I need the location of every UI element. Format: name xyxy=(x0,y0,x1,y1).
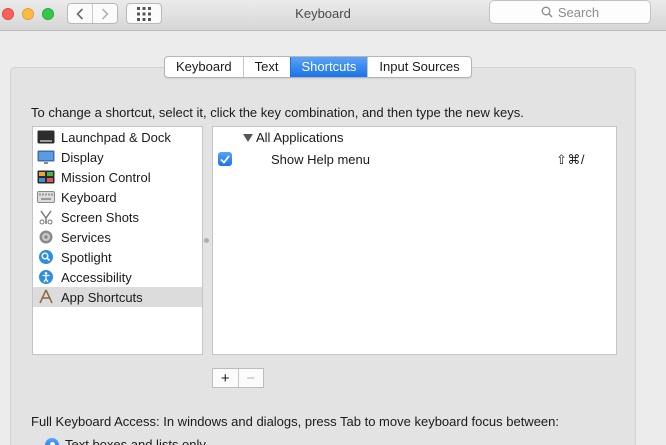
radio-label: Text boxes and lists only xyxy=(65,437,206,445)
display-icon xyxy=(37,149,55,165)
category-app-shortcuts[interactable]: App Shortcuts xyxy=(33,287,202,307)
category-mission-control[interactable]: Mission Control xyxy=(33,167,202,187)
grid-icon xyxy=(137,6,151,21)
category-screen-shots[interactable]: Screen Shots xyxy=(33,207,202,227)
back-forward-group xyxy=(67,3,118,24)
tab-bar: Keyboard Text Shortcuts Input Sources xyxy=(164,56,472,78)
shortcut-list: All Applications Show Help menu ⇧⌘/ xyxy=(212,126,617,355)
tab-keyboard[interactable]: Keyboard xyxy=(165,57,243,77)
splitter-handle[interactable] xyxy=(204,238,209,243)
category-label: Accessibility xyxy=(61,269,132,285)
category-label: Display xyxy=(61,149,104,165)
category-label: App Shortcuts xyxy=(61,289,143,305)
launchpad-dock-icon xyxy=(37,129,55,145)
forward-button[interactable] xyxy=(92,4,117,23)
category-label: Launchpad & Dock xyxy=(61,129,171,145)
remove-shortcut-button[interactable]: − xyxy=(237,369,264,387)
tab-input-sources[interactable]: Input Sources xyxy=(367,57,470,77)
zoom-window-button[interactable] xyxy=(42,8,54,20)
group-label: All Applications xyxy=(256,130,344,145)
app-shortcuts-icon xyxy=(37,289,55,305)
category-label: Keyboard xyxy=(61,189,117,205)
add-shortcut-button[interactable]: + xyxy=(213,369,238,387)
shortcut-keys[interactable]: ⇧⌘/ xyxy=(556,152,585,168)
screenshot-icon xyxy=(37,209,55,225)
category-list: Launchpad & Dock Display Mission Control… xyxy=(32,126,203,355)
chevron-right-icon xyxy=(101,7,109,20)
radio-selected[interactable] xyxy=(45,437,59,445)
keyboard-access-option[interactable]: Text boxes and lists only xyxy=(45,437,206,445)
back-button[interactable] xyxy=(68,4,92,23)
tab-text[interactable]: Text xyxy=(242,57,290,77)
category-accessibility[interactable]: Accessibility xyxy=(33,267,202,287)
tab-shortcuts[interactable]: Shortcuts xyxy=(289,57,368,77)
category-launchpad-dock[interactable]: Launchpad & Dock xyxy=(33,127,202,147)
chevron-left-icon xyxy=(76,7,84,20)
mission-control-icon xyxy=(37,169,55,185)
close-window-button[interactable] xyxy=(2,8,14,20)
category-label: Spotlight xyxy=(61,249,112,265)
category-keyboard[interactable]: Keyboard xyxy=(33,187,202,207)
group-all-applications[interactable]: All Applications xyxy=(243,130,343,145)
spotlight-icon xyxy=(37,249,55,265)
title-bar: Keyboard Search xyxy=(0,0,666,31)
show-all-button[interactable] xyxy=(126,3,162,24)
add-remove-group: + − xyxy=(212,368,264,388)
search-placeholder: Search xyxy=(557,4,600,20)
shortcut-name: Show Help menu xyxy=(271,152,370,167)
search-field[interactable]: Search xyxy=(489,0,651,24)
category-spotlight[interactable]: Spotlight xyxy=(33,247,202,267)
category-display[interactable]: Display xyxy=(33,147,202,167)
instruction-text: To change a shortcut, select it, click t… xyxy=(31,105,524,120)
shortcut-row[interactable]: Show Help menu ⇧⌘/ xyxy=(213,149,616,169)
window-title: Keyboard xyxy=(295,6,351,21)
category-label: Mission Control xyxy=(61,169,151,185)
full-keyboard-access-label: Full Keyboard Access: In windows and dia… xyxy=(31,414,559,429)
category-services[interactable]: Services xyxy=(33,227,202,247)
disclosure-triangle-icon[interactable] xyxy=(243,134,253,142)
category-label: Services xyxy=(61,229,111,245)
category-label: Screen Shots xyxy=(61,209,140,225)
checkmark-icon xyxy=(220,154,230,164)
keyboard-icon xyxy=(37,189,55,205)
accessibility-icon xyxy=(37,269,55,285)
minimize-window-button[interactable] xyxy=(22,8,34,20)
search-icon xyxy=(541,6,553,18)
shortcut-enabled-checkbox[interactable] xyxy=(218,152,232,166)
services-gear-icon xyxy=(37,229,55,245)
